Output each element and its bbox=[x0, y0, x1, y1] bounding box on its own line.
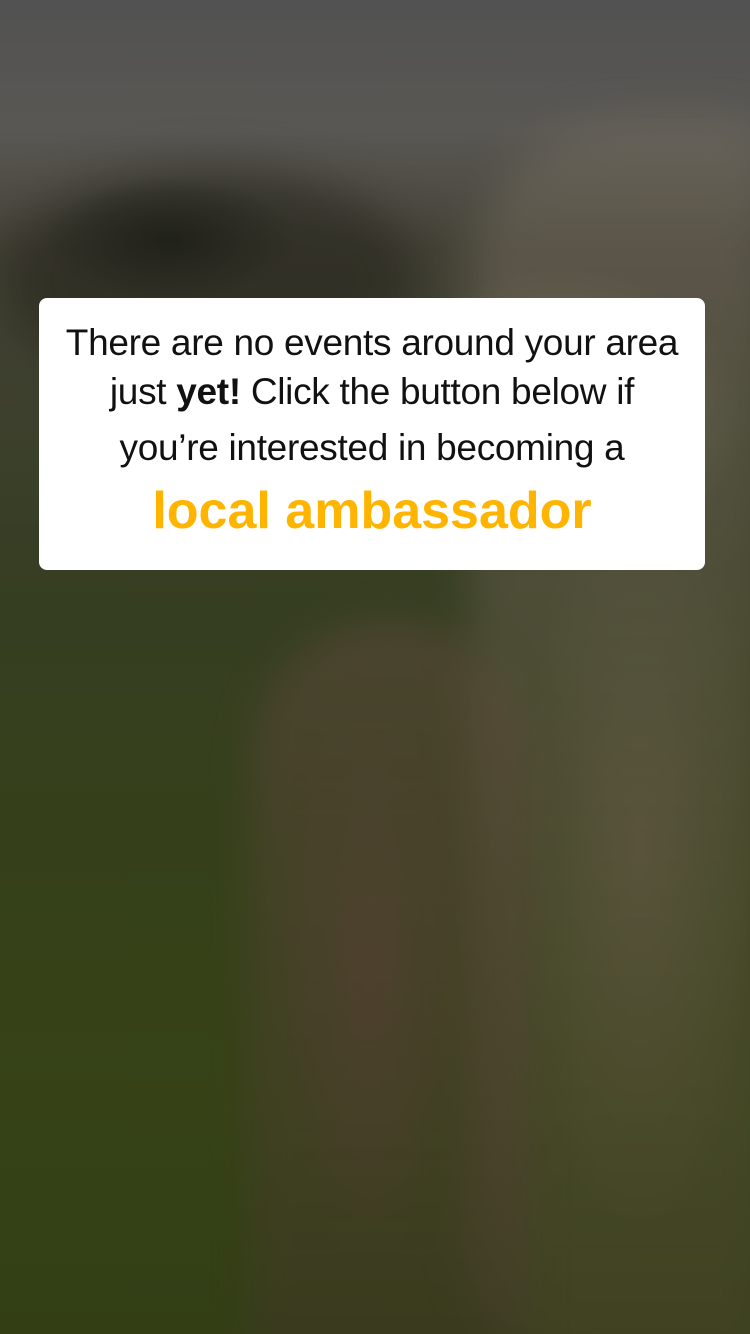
message-text-bold: yet! bbox=[176, 371, 241, 412]
local-ambassador-button[interactable]: local ambassador bbox=[152, 480, 591, 542]
no-events-card: There are no events around your area jus… bbox=[39, 298, 705, 570]
message-text-line3: you’re interested in becoming a bbox=[119, 427, 625, 468]
dim-overlay bbox=[0, 0, 750, 1334]
no-events-message: There are no events around your area jus… bbox=[53, 318, 691, 472]
message-text-part2: Click the button below if bbox=[240, 371, 635, 412]
